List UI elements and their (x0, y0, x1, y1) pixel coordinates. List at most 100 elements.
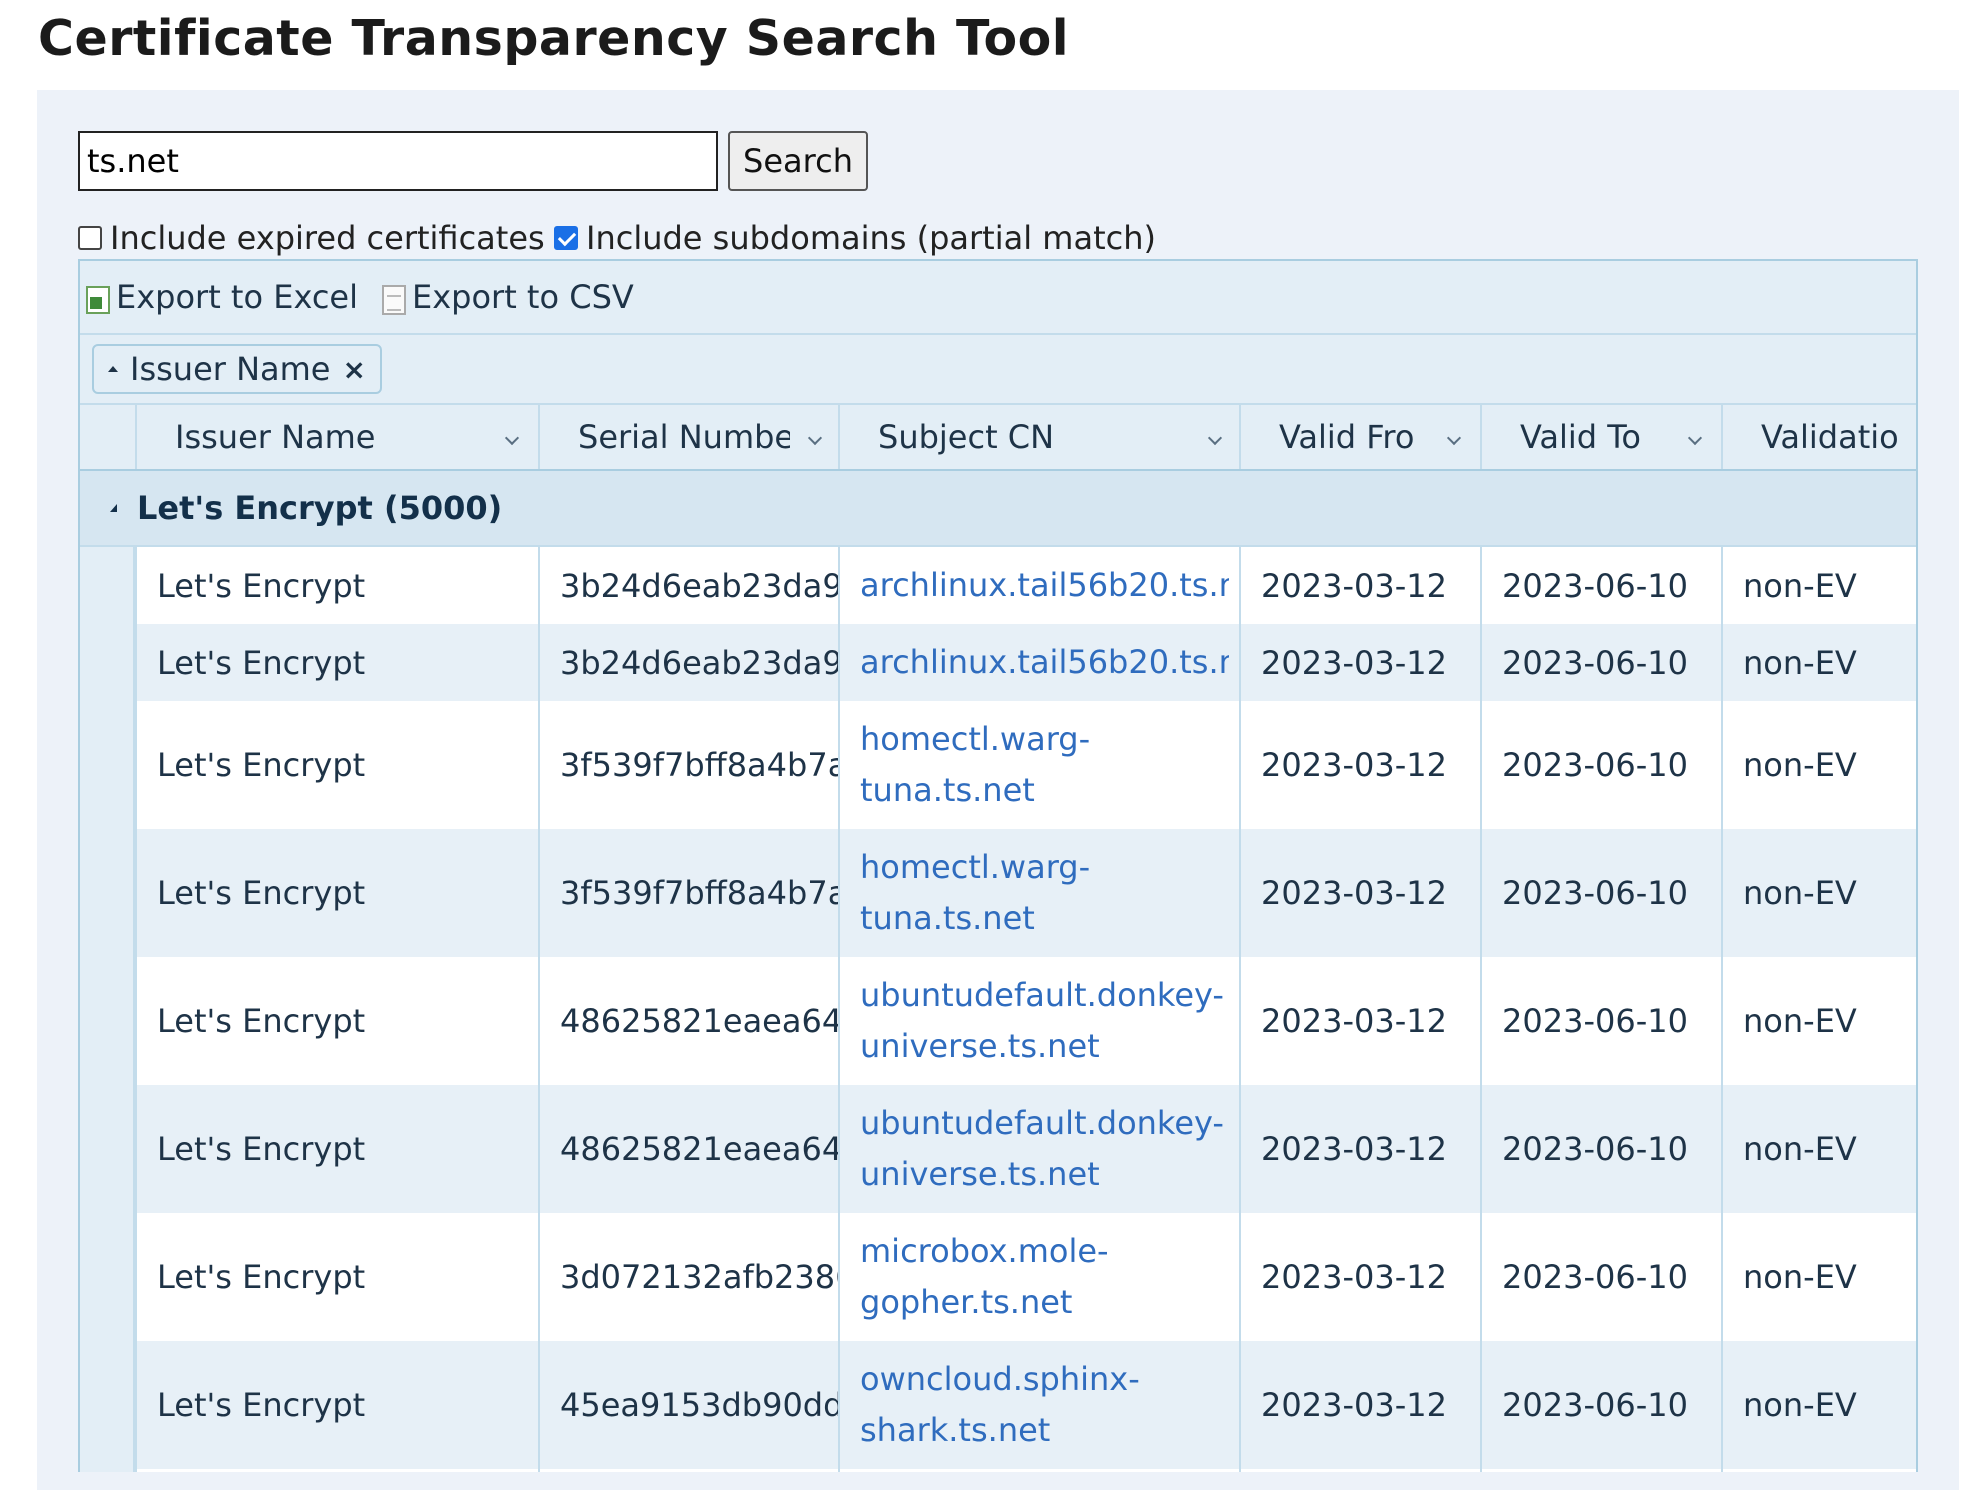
cell-text: non-EV (1743, 643, 1857, 682)
include-subdomains-option[interactable]: Include subdomains (partial match) (554, 218, 1156, 258)
include-expired-checkbox[interactable] (78, 226, 102, 250)
search-button[interactable]: Search (728, 131, 868, 191)
grid-toolbar: Export to Excel Export to CSV (80, 261, 1916, 335)
cell-serial: 48625821eaea642 (538, 957, 838, 1085)
column-menu-icon[interactable] (1687, 430, 1703, 446)
cell-issuer: Let's Encrypt (135, 624, 538, 701)
cell-validation: non-EV (1721, 547, 1916, 624)
cell-text: non-EV (1743, 1386, 1857, 1424)
cell-text: non-EV (1743, 746, 1857, 784)
cell-valid-to: 2023-06-10 (1480, 1341, 1721, 1469)
csv-file-icon (382, 285, 406, 315)
group-row-lets-encrypt[interactable]: Let's Encrypt (5000) (80, 471, 1916, 547)
cell-subject: microbox.mole-gopher.ts.net (838, 1213, 1239, 1341)
cell-issuer: Let's Encrypt (135, 1341, 538, 1469)
cell-valid-from: 2023-03-12 (1239, 957, 1480, 1085)
subject-cn-link[interactable]: microbox.mole-gopher.ts.net (860, 1226, 1229, 1328)
cell-text: 2023-03-12 (1261, 1002, 1447, 1040)
cell-issuer: Let's Encrypt (135, 957, 538, 1085)
cell-serial: 3f539f7bff8a4b7a (538, 701, 838, 829)
subject-cn-link[interactable]: ubuntudefault.donkey-universe.ts.net (860, 1098, 1229, 1200)
column-header-subject-cn[interactable]: Subject CN (838, 405, 1239, 469)
table-row[interactable]: Let's Encrypt 45ea9153db90dd owncloud.sphi… (80, 1341, 1916, 1469)
cell-valid-from: 2023-03-12 (1239, 1341, 1480, 1469)
subject-cn-link[interactable]: archlinux.tail56b20.ts.ne (860, 637, 1229, 688)
subject-cn-link[interactable]: archlinux.tail56b20.ts.ne (860, 560, 1229, 611)
cell-text: 2023-06-10 (1502, 643, 1688, 682)
cell-text: 3b24d6eab23da9 (560, 566, 838, 605)
cell-text: 2023-06-10 (1502, 566, 1688, 605)
table-row[interactable]: Let's Encrypt 3f539f7bff8a4b7a homectl.war… (80, 701, 1916, 829)
cell-issuer: Let's Encrypt (135, 547, 538, 624)
include-expired-option[interactable]: Include expired certificates (78, 218, 545, 258)
collapse-group-icon[interactable] (110, 504, 117, 512)
column-header-valid-from[interactable]: Valid Fro (1239, 405, 1480, 469)
cell-text: 2023-03-12 (1261, 643, 1447, 682)
export-csv-button[interactable]: Export to CSV (382, 275, 634, 319)
cell-valid-from: 2023-03-12 (1239, 701, 1480, 829)
cell-valid-to: 2023-06-10 (1480, 957, 1721, 1085)
column-menu-icon[interactable] (1446, 430, 1462, 446)
cell-valid-to: 2023-06-10 (1480, 1085, 1721, 1213)
table-row[interactable]: Let's Encrypt 48625821eaea642 ubuntudefaul… (80, 957, 1916, 1085)
cell-text: 2023-06-10 (1502, 1130, 1688, 1168)
cell-issuer: Let's Encrypt (135, 1085, 538, 1213)
cell-serial: 45ea9153db90dd (538, 1341, 838, 1469)
excel-file-icon (86, 286, 110, 314)
column-header-validation[interactable]: Validatio (1721, 405, 1916, 469)
cell-text: non-EV (1743, 1002, 1857, 1040)
group-by-panel: Issuer Name × (80, 335, 1916, 405)
include-subdomains-label: Include subdomains (partial match) (586, 219, 1156, 257)
cell-subject: archlinux.tail56b20.ts.ne (838, 547, 1239, 624)
cell-subject: archlinux.tail56b20.ts.ne (838, 624, 1239, 701)
cell-valid-to: 2023-06-10 (1480, 829, 1721, 957)
cell-validation: non-EV (1721, 957, 1916, 1085)
cell-serial: 3f539f7bff8a4b7a (538, 829, 838, 957)
cell-subject: homectl.warg-tuna.ts.net (838, 829, 1239, 957)
subject-cn-link[interactable]: ubuntudefault.donkey-universe.ts.net (860, 970, 1229, 1072)
cell-text: Let's Encrypt (157, 1258, 366, 1296)
column-header-serial-number[interactable]: Serial Numbe (538, 405, 838, 469)
cell-subject: ubuntudefault.donkey-universe.ts.net (838, 1085, 1239, 1213)
cell-text: 3b24d6eab23da9 (560, 643, 838, 682)
group-indent-cell (80, 957, 135, 1085)
certificate-grid: Export to Excel Export to CSV Issuer Nam… (78, 259, 1918, 1472)
subject-cn-link[interactable]: homectl.warg-tuna.ts.net (860, 714, 1229, 816)
sort-ascending-icon[interactable] (108, 366, 118, 372)
table-row[interactable]: Let's Encrypt 48625821eaea642 ubuntudefaul… (80, 1085, 1916, 1213)
cell-text: non-EV (1743, 874, 1857, 912)
cell-text: non-EV (1743, 1130, 1857, 1168)
search-input[interactable] (78, 131, 718, 191)
cell-validation: non-EV (1721, 1213, 1916, 1341)
export-excel-button[interactable]: Export to Excel (86, 275, 358, 319)
cell-text: 2023-03-12 (1261, 874, 1447, 912)
remove-group-icon[interactable]: × (343, 353, 366, 386)
cell-text: 3d072132afb2386 (560, 1258, 838, 1296)
include-subdomains-checkbox[interactable] (554, 226, 578, 250)
column-header-valid-to[interactable]: Valid To (1480, 405, 1721, 469)
table-row[interactable]: Let's Encrypt 3b24d6eab23da9 archlinux.tai… (80, 624, 1916, 701)
cell-text: 48625821eaea642 (560, 1130, 838, 1168)
group-indent-cell (80, 1341, 135, 1469)
cell-serial: 3b24d6eab23da9 (538, 547, 838, 624)
table-row[interactable]: Let's Encrypt 3d072132afb2386 microbox.mol… (80, 1213, 1916, 1341)
cell-text: Let's Encrypt (157, 874, 366, 912)
cell-valid-from: 2023-03-12 (1239, 547, 1480, 624)
cell-validation: non-EV (1721, 624, 1916, 701)
column-header-issuer-name[interactable]: Issuer Name (135, 405, 538, 469)
column-menu-icon[interactable] (807, 430, 823, 446)
table-row[interactable]: Let's Encrypt 3b24d6eab23da9 archlinux.tai… (80, 547, 1916, 624)
cell-text: non-EV (1743, 1258, 1857, 1296)
table-row[interactable]: Let's Encrypt 3f539f7bff8a4b7a homectl.war… (80, 829, 1916, 957)
column-menu-icon[interactable] (1207, 430, 1223, 446)
cell-serial: 3b24d6eab23da9 (538, 624, 838, 701)
cell-subject: owncloud.sphinx-shark.ts.net (838, 1341, 1239, 1469)
cell-text: Let's Encrypt (157, 1386, 366, 1424)
cell-valid-to: 2023-06-10 (1480, 624, 1721, 701)
subject-cn-link[interactable]: owncloud.sphinx-shark.ts.net (860, 1354, 1229, 1456)
subject-cn-link[interactable]: homectl.warg-tuna.ts.net (860, 842, 1229, 944)
cell-text: Let's Encrypt (157, 643, 366, 682)
group-chip-issuer-name[interactable]: Issuer Name × (92, 344, 382, 394)
cell-valid-from: 2023-03-12 (1239, 624, 1480, 701)
column-menu-icon[interactable] (504, 430, 520, 446)
